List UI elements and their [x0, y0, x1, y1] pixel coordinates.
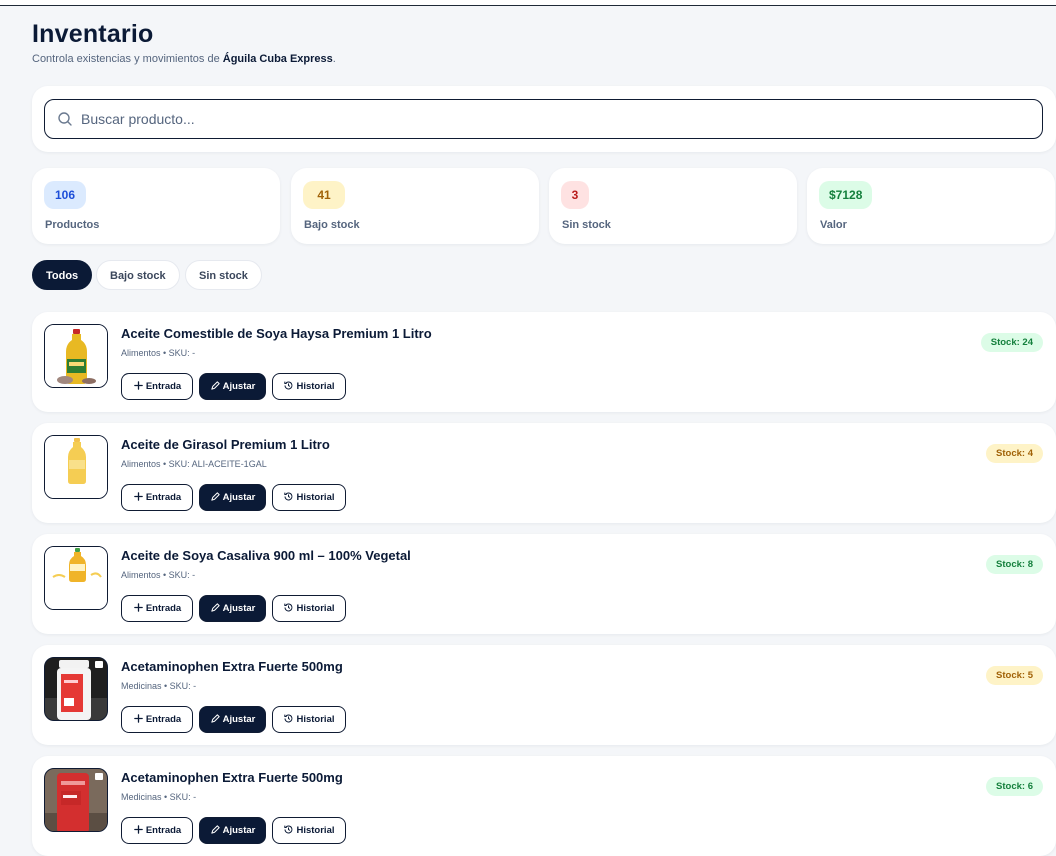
product-row: Aceite Comestible de Soya Haysa Premium …: [32, 312, 1056, 412]
entry-button[interactable]: Entrada: [121, 595, 193, 622]
product-thumbnail[interactable]: [44, 324, 108, 388]
history-label: Historial: [296, 381, 335, 392]
pencil-icon: [210, 381, 220, 390]
stock-badge: Stock: 6: [986, 777, 1043, 796]
product-row: Aceite de Girasol Premium 1 Litro Alimen…: [32, 423, 1056, 523]
stock-badge: Stock: 24: [980, 333, 1043, 352]
adjust-label: Ajustar: [222, 381, 256, 392]
product-thumbnail[interactable]: [44, 546, 108, 610]
stat-card-low-stock: 41 Bajo stock: [291, 168, 539, 244]
stat-no-stock-label: Sin stock: [562, 219, 611, 231]
history-label: Historial: [296, 603, 335, 614]
search-card: [32, 86, 1056, 152]
oil-bottle-image: [45, 436, 107, 498]
subtitle-suffix: .: [332, 53, 336, 65]
medicine-bottle-image: [45, 658, 107, 720]
subtitle-text: Controla existencias y movimientos de: [32, 53, 223, 65]
product-meta: Alimentos • SKU: ALI-ACEITE-1GAL: [121, 459, 267, 469]
stat-no-stock-value: 3: [561, 181, 589, 209]
adjust-button[interactable]: Ajustar: [199, 595, 266, 622]
entry-label: Entrada: [145, 825, 182, 836]
medicine-bottle-image: [45, 769, 107, 831]
entry-label: Entrada: [145, 714, 182, 725]
plus-icon: [134, 492, 143, 501]
pencil-icon: [210, 492, 220, 501]
stat-low-stock-label: Bajo stock: [304, 219, 360, 231]
product-thumbnail[interactable]: [44, 657, 108, 721]
top-border: [0, 0, 1056, 6]
entry-label: Entrada: [145, 381, 182, 392]
adjust-button[interactable]: Ajustar: [199, 373, 266, 400]
product-thumbnail[interactable]: [44, 435, 108, 499]
oil-bottle-image: [45, 325, 107, 387]
stat-card-products: 106 Productos: [32, 168, 280, 244]
stat-products-label: Productos: [45, 219, 100, 231]
product-row: Acetaminophen Extra Fuerte 500mg Medicin…: [32, 645, 1056, 745]
product-meta: Medicinas • SKU: -: [121, 792, 197, 802]
history-button[interactable]: Historial: [272, 373, 346, 400]
history-button[interactable]: Historial: [272, 817, 346, 844]
stats-row: 106 Productos 41 Bajo stock 3 Sin stock …: [32, 168, 1056, 244]
product-name: Acetaminophen Extra Fuerte 500mg: [121, 770, 343, 785]
product-row: Aceite de Soya Casaliva 900 ml – 100% Ve…: [32, 534, 1056, 634]
history-button[interactable]: Historial: [272, 595, 346, 622]
search-input[interactable]: [81, 101, 1031, 137]
pencil-icon: [210, 714, 220, 723]
adjust-label: Ajustar: [222, 825, 256, 836]
search-icon: [58, 112, 72, 126]
adjust-label: Ajustar: [222, 714, 256, 725]
history-label: Historial: [296, 714, 335, 725]
product-thumbnail[interactable]: [44, 768, 108, 832]
history-icon: [284, 381, 293, 390]
stat-card-no-stock: 3 Sin stock: [549, 168, 797, 244]
entry-button[interactable]: Entrada: [121, 373, 193, 400]
adjust-label: Ajustar: [222, 492, 256, 503]
product-meta: Medicinas • SKU: -: [121, 681, 197, 691]
history-label: Historial: [296, 825, 335, 836]
product-row: Acetaminophen Extra Fuerte 500mg Medicin…: [32, 756, 1056, 856]
product-name: Aceite Comestible de Soya Haysa Premium …: [121, 326, 432, 341]
plus-icon: [134, 603, 143, 612]
plus-icon: [134, 381, 143, 390]
stat-low-stock-value: 41: [303, 181, 345, 209]
adjust-button[interactable]: Ajustar: [199, 484, 266, 511]
plus-icon: [134, 714, 143, 723]
filter-no-stock[interactable]: Sin stock: [185, 260, 262, 290]
product-meta: Alimentos • SKU: -: [121, 570, 196, 580]
history-button[interactable]: Historial: [272, 484, 346, 511]
history-icon: [284, 714, 293, 723]
product-name: Acetaminophen Extra Fuerte 500mg: [121, 659, 343, 674]
stat-value-label: Valor: [820, 219, 847, 231]
history-button[interactable]: Historial: [272, 706, 346, 733]
stat-card-value: $7128 Valor: [807, 168, 1055, 244]
adjust-label: Ajustar: [222, 603, 256, 614]
page-subtitle: Controla existencias y movimientos de Ág…: [32, 53, 336, 65]
pencil-icon: [210, 603, 220, 612]
history-icon: [284, 492, 293, 501]
stock-badge: Stock: 5: [986, 666, 1043, 685]
entry-label: Entrada: [145, 492, 182, 503]
entry-button[interactable]: Entrada: [121, 484, 193, 511]
oil-bottle-image: [45, 547, 107, 609]
entry-label: Entrada: [145, 603, 182, 614]
entry-button[interactable]: Entrada: [121, 706, 193, 733]
product-name: Aceite de Girasol Premium 1 Litro: [121, 437, 330, 452]
search-box[interactable]: [44, 99, 1043, 139]
stat-value-value: $7128: [819, 181, 873, 209]
filter-all[interactable]: Todos: [32, 260, 93, 290]
stock-badge: Stock: 4: [986, 444, 1043, 463]
stock-badge: Stock: 8: [986, 555, 1043, 574]
adjust-button[interactable]: Ajustar: [199, 706, 266, 733]
stat-products-value: 106: [44, 181, 86, 209]
entry-button[interactable]: Entrada: [121, 817, 193, 844]
page-title: Inventario: [32, 20, 154, 48]
product-name: Aceite de Soya Casaliva 900 ml – 100% Ve…: [121, 548, 411, 563]
product-meta: Alimentos • SKU: -: [121, 348, 196, 358]
history-label: Historial: [296, 492, 335, 503]
history-icon: [284, 603, 293, 612]
business-name: Águila Cuba Express: [222, 53, 333, 65]
adjust-button[interactable]: Ajustar: [199, 817, 266, 844]
filter-low-stock[interactable]: Bajo stock: [96, 260, 180, 290]
